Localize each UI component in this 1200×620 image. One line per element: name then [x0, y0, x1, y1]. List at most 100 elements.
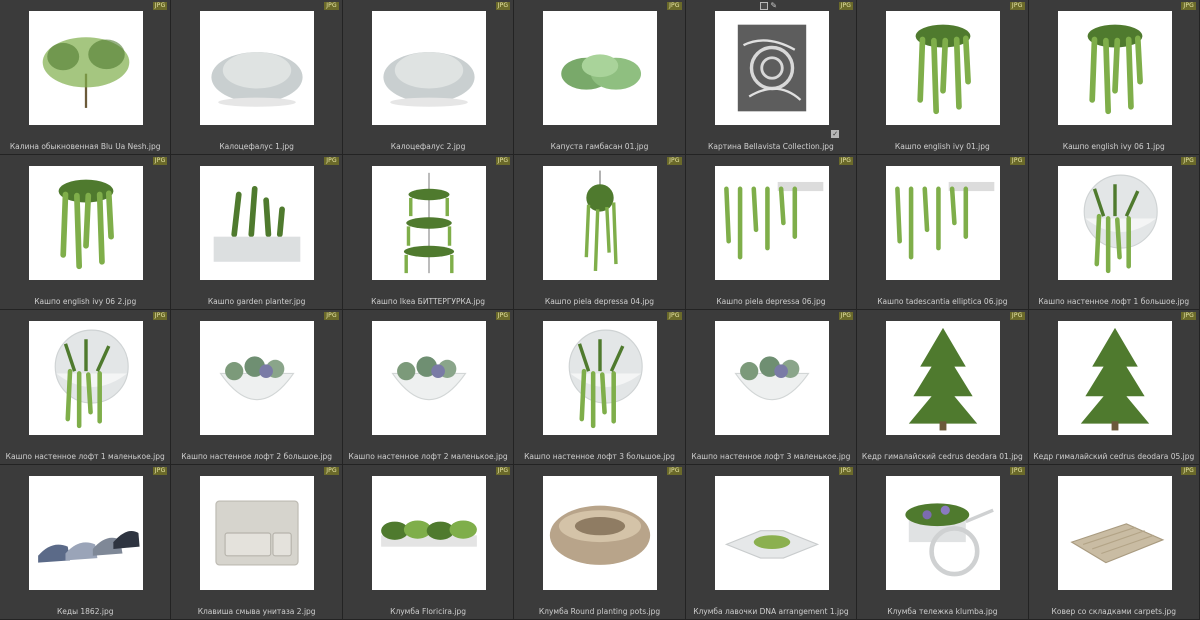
file-type-badge: JPG — [667, 157, 682, 165]
hanging-ivy-thumbnail[interactable] — [1057, 11, 1172, 125]
thumbnail-tile[interactable]: JPG Клумба Round planting pots.jpg — [514, 465, 686, 620]
file-name-label: Кеды 1862.jpg — [56, 607, 114, 616]
sneakers-thumbnail[interactable] — [29, 476, 143, 590]
file-type-badge: JPG — [324, 2, 339, 10]
file-name-label: Клавиша смыва унитаза 2.jpg — [197, 607, 316, 616]
file-name-label: Калина обыкновенная Blu Ua Nesh.jpg — [9, 142, 161, 151]
file-name-label: Кедр гималайский cedrus deodara 05.jpg — [1033, 452, 1195, 461]
hanging-basket-thumbnail[interactable] — [543, 166, 658, 280]
file-name-label: Кашпо настенное лофт 2 маленькое.jpg — [348, 452, 508, 461]
tile-overlay-controls: ✎ — [759, 2, 778, 10]
file-type-badge: JPG — [838, 467, 854, 475]
file-type-badge: JPG — [1009, 467, 1025, 475]
bench-planter-thumbnail[interactable] — [714, 476, 829, 590]
thumbnail-tile[interactable]: JPG Клумба лавочки DNA arrangement 1.jpg — [685, 465, 858, 620]
file-name-label: Калоцефалус 2.jpg — [390, 142, 466, 151]
flower-bed-thumbnail[interactable] — [371, 476, 486, 590]
file-name-label: Кашпо garden planter.jpg — [207, 297, 306, 306]
thumbnail-tile[interactable]: JPG Клумба тележка klumba.jpg — [857, 465, 1029, 620]
file-name-label: Кашпо piela depressa 06.jpg — [716, 297, 826, 306]
thumbnail-tile[interactable]: JPG Капуста гамбасан 01.jpg — [514, 0, 686, 155]
thumbnail-tile[interactable]: JPG Кашпо garden planter.jpg — [171, 155, 343, 310]
silver-bush-thumbnail[interactable] — [371, 11, 486, 125]
hanging-ivy-thumbnail[interactable] — [29, 166, 143, 280]
thumbnail-tile[interactable]: JPG Кашпо tadescantia elliptica 06.jpg — [857, 155, 1029, 310]
file-type-badge: JPG — [495, 312, 511, 320]
thumbnail-tile[interactable]: JPG Кашпо настенное лофт 2 маленькое.jpg — [342, 310, 515, 465]
file-name-label: Кашпо настенное лофт 1 большое.jpg — [1038, 297, 1190, 306]
file-type-badge: JPG — [152, 467, 168, 475]
wall-trailing-plant-thumbnail[interactable] — [714, 166, 829, 280]
thumbnail-tile[interactable]: JPG Кашпо piela depressa 06.jpg — [685, 155, 858, 310]
thumbnail-tile[interactable]: JPG Кедр гималайский cedrus deodara 01.jp… — [857, 310, 1029, 465]
thumbnail-tile[interactable]: JPG Кашпо Ikea БИТТЕРГУРКА.jpg — [342, 155, 515, 310]
frame-icon[interactable] — [759, 2, 768, 10]
wall-trailing-plant-thumbnail[interactable] — [886, 166, 1001, 280]
file-name-label: Кашпо english ivy 06 1.jpg — [1062, 142, 1165, 151]
thumbnail-tile[interactable]: JPG Кашпо english ivy 01.jpg — [857, 0, 1029, 155]
file-type-badge: JPG — [838, 157, 854, 165]
wall-bowl-planter-thumbnail[interactable] — [1057, 166, 1172, 280]
file-name-label: Кашпо piela depressa 04.jpg — [544, 297, 655, 306]
thumbnail-tile[interactable]: JPG Калоцефалус 1.jpg — [171, 0, 343, 155]
file-type-badge: JPG — [152, 312, 168, 320]
thumbnail-tile[interactable]: JPG Кашпо english ivy 06 1.jpg — [1028, 0, 1200, 155]
file-type-badge: JPG — [1009, 2, 1025, 10]
conifer-tree-thumbnail[interactable] — [886, 321, 1001, 435]
file-name-label: Кашпо english ivy 06 2.jpg — [34, 297, 137, 306]
thumbnail-tile[interactable]: JPG Картина Bellavista Collection.jpg ✎ ✓ — [685, 0, 858, 155]
wall-bowl-planter-thumbnail[interactable] — [29, 321, 143, 435]
carpet-thumbnail[interactable] — [1057, 476, 1172, 590]
file-name-label: Клумба лавочки DNA arrangement 1.jpg — [693, 607, 849, 616]
wall-bowl-planter-thumbnail[interactable] — [543, 321, 658, 435]
thumbnail-tile[interactable]: JPG Кедр гималайский cedrus deodara 05.jp… — [1028, 310, 1200, 465]
flower-cart-thumbnail[interactable] — [886, 476, 1001, 590]
hanging-ivy-thumbnail[interactable] — [886, 11, 1001, 125]
round-pots-thumbnail[interactable] — [543, 476, 658, 590]
half-bowl-succulents-thumbnail[interactable] — [200, 321, 315, 435]
file-type-badge: JPG — [324, 312, 339, 320]
file-type-badge: JPG — [495, 2, 511, 10]
thumbnail-tile[interactable]: JPG Кашпо english ivy 06 2.jpg — [0, 155, 172, 310]
thumbnail-tile[interactable]: JPG Кашпо настенное лофт 2 большое.jpg — [171, 310, 343, 465]
half-bowl-succulents-thumbnail[interactable] — [371, 321, 486, 435]
tiered-planter-thumbnail[interactable] — [371, 166, 486, 280]
thumbnail-tile[interactable]: JPG Кеды 1862.jpg — [0, 465, 172, 620]
thumbnail-tile[interactable]: JPG Кашпо настенное лофт 1 большое.jpg — [1028, 155, 1200, 310]
file-name-label: Кашпо настенное лофт 1 маленькое.jpg — [5, 452, 165, 461]
thumbnail-tile[interactable]: JPG Кашпо настенное лофт 3 большое.jpg — [514, 310, 686, 465]
file-name-label: Кашпо настенное лофт 2 большое.jpg — [181, 452, 333, 461]
thumbnail-tile[interactable]: JPG Кашпо piela depressa 04.jpg — [514, 155, 686, 310]
file-type-badge: JPG — [667, 467, 682, 475]
silver-bush-thumbnail[interactable] — [200, 11, 315, 125]
file-name-label: Клумба тележка klumba.jpg — [887, 607, 998, 616]
file-name-label: Клумба Round planting pots.jpg — [538, 607, 661, 616]
half-bowl-succulents-thumbnail[interactable] — [714, 321, 829, 435]
painting-thumbnail[interactable] — [714, 11, 829, 125]
thumbnail-tile[interactable]: JPG Клумба Floricira.jpg — [342, 465, 515, 620]
file-type-badge: JPG — [152, 157, 168, 165]
planter-box-thumbnail[interactable] — [200, 166, 315, 280]
file-type-badge: JPG — [667, 312, 682, 320]
file-type-badge: JPG — [495, 467, 511, 475]
file-type-badge: JPG — [1009, 157, 1025, 165]
conifer-tree-thumbnail[interactable] — [1057, 321, 1172, 435]
thumbnail-tile[interactable]: JPG Кашпо настенное лофт 1 маленькое.jpg — [0, 310, 172, 465]
edit-icon[interactable]: ✎ — [770, 2, 778, 10]
file-type-badge: JPG — [1181, 312, 1196, 320]
file-type-badge: JPG — [838, 2, 854, 10]
thumbnail-tile[interactable]: JPG Клавиша смыва унитаза 2.jpg — [171, 465, 343, 620]
thumbnail-tile[interactable]: JPG Кашпо настенное лофт 3 маленькое.jpg — [685, 310, 858, 465]
cabbage-thumbnail[interactable] — [543, 11, 658, 125]
file-type-badge: JPG — [667, 2, 682, 10]
thumbnail-tile[interactable]: JPG Калоцефалус 2.jpg — [342, 0, 515, 155]
file-name-label: Кашпо настенное лофт 3 маленькое.jpg — [691, 452, 851, 461]
flush-plate-thumbnail[interactable] — [200, 476, 315, 590]
file-type-badge: JPG — [1181, 467, 1196, 475]
file-name-label: Кашпо настенное лофт 3 большое.jpg — [524, 452, 675, 461]
file-type-badge: JPG — [324, 467, 339, 475]
thumbnail-tile[interactable]: JPG Калина обыкновенная Blu Ua Nesh.jpg — [0, 0, 172, 155]
shrub-thumbnail[interactable] — [29, 11, 143, 125]
select-checkbox-icon[interactable]: ✓ — [831, 130, 840, 138]
thumbnail-tile[interactable]: JPG Ковер со складками carpets.jpg — [1028, 465, 1200, 620]
